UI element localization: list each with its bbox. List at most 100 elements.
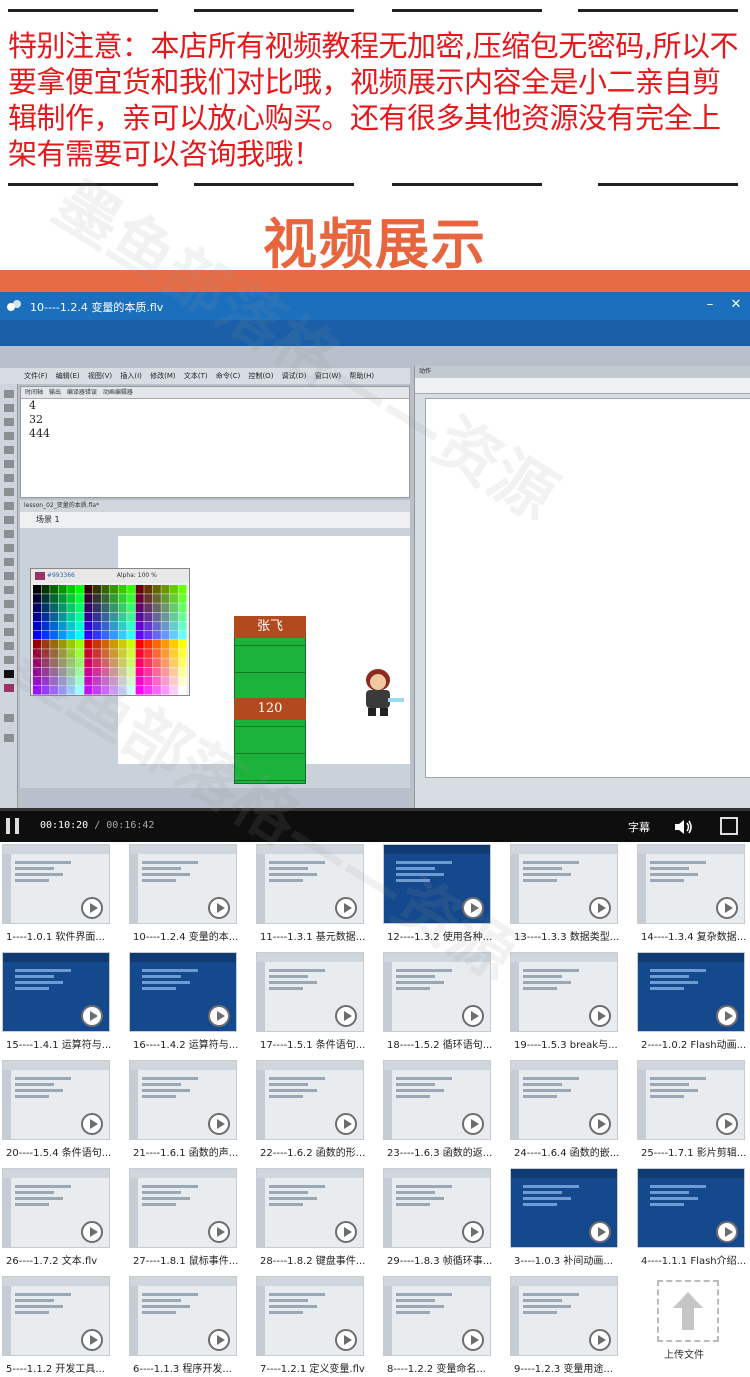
playlist-item[interactable]: 24----1.6.4 函数的嵌... [510,1060,630,1164]
playlist-item[interactable]: 3----1.0.3 补间动画... [510,1168,630,1272]
playlist-item[interactable]: 4----1.1.1 Flash介绍... [637,1168,750,1272]
playlist-item[interactable]: 12----1.3.2 使用各种... [383,844,503,948]
playlist-item[interactable]: 25----1.7.1 影片剪辑... [637,1060,750,1164]
play-icon[interactable] [716,897,738,919]
video-thumbnail[interactable] [129,844,237,924]
video-thumbnail[interactable] [2,1060,110,1140]
video-thumbnail[interactable] [2,1276,110,1356]
play-icon[interactable] [335,1005,357,1027]
video-thumbnail[interactable] [383,952,491,1032]
video-thumbnail[interactable] [129,1060,237,1140]
playlist-item[interactable]: 21----1.6.1 函数的声... [129,1060,249,1164]
play-icon[interactable] [208,1113,230,1135]
palette-swatch [110,594,119,603]
playlist-item[interactable]: 2----1.0.2 Flash动画... [637,952,750,1056]
playlist-item-label: 18----1.5.2 循环语句... [387,1040,493,1051]
video-thumbnail[interactable] [383,1168,491,1248]
minimize-button[interactable]: – [700,295,720,315]
play-icon[interactable] [589,1329,611,1351]
video-thumbnail[interactable] [2,952,110,1032]
video-thumbnail[interactable] [2,844,110,924]
play-icon[interactable] [208,1221,230,1243]
playlist-item[interactable]: 23----1.6.3 函数的返... [383,1060,503,1164]
subtitles-button[interactable]: 字幕 [628,819,650,835]
playlist-item[interactable]: 7----1.2.1 定义变量.flv [256,1276,376,1377]
play-icon[interactable] [335,1221,357,1243]
play-icon[interactable] [589,1221,611,1243]
playlist-item[interactable]: 9----1.2.3 变量用途... [510,1276,630,1377]
close-button[interactable]: ✕ [726,295,746,315]
video-thumbnail[interactable] [510,1276,618,1356]
play-icon[interactable] [589,1113,611,1135]
play-icon[interactable] [335,1113,357,1135]
playlist-item[interactable]: 17----1.5.1 条件语句... [256,952,376,1056]
playlist-item[interactable]: 20----1.5.4 条件语句... [2,1060,122,1164]
video-thumbnail[interactable] [637,844,745,924]
play-icon[interactable] [462,1329,484,1351]
playlist-item[interactable]: 19----1.5.3 break与... [510,952,630,1056]
playlist-item[interactable]: 10----1.2.4 变量的本... [129,844,249,948]
play-icon[interactable] [462,1221,484,1243]
video-thumbnail[interactable] [510,1168,618,1248]
video-thumbnail[interactable] [383,1276,491,1356]
play-icon[interactable] [716,1113,738,1135]
play-icon[interactable] [589,897,611,919]
play-icon[interactable] [81,1113,103,1135]
video-thumbnail[interactable] [510,844,618,924]
playlist-item[interactable]: 1----1.0.1 软件界面... [2,844,122,948]
video-thumbnail[interactable] [256,1168,364,1248]
play-icon[interactable] [208,1329,230,1351]
play-icon[interactable] [335,897,357,919]
video-thumbnail[interactable] [256,1276,364,1356]
play-icon[interactable] [81,1005,103,1027]
playlist-item[interactable]: 29----1.8.3 帧循环事... [383,1168,503,1272]
play-icon[interactable] [81,1329,103,1351]
playlist-item-label: 5----1.1.2 开发工具... [6,1364,105,1375]
playlist-item[interactable]: 18----1.5.2 循环语句... [383,952,503,1056]
video-thumbnail[interactable] [256,952,364,1032]
playlist-item[interactable]: 11----1.3.1 基元数据... [256,844,376,948]
play-icon[interactable] [335,1329,357,1351]
fullscreen-icon[interactable] [720,817,738,835]
video-thumbnail[interactable] [637,952,745,1032]
playlist-item[interactable]: 27----1.8.1 鼠标事件... [129,1168,249,1272]
video-thumbnail[interactable] [637,1060,745,1140]
video-thumbnail[interactable] [256,1060,364,1140]
pause-icon[interactable] [6,818,20,834]
video-thumbnail[interactable] [256,844,364,924]
video-thumbnail[interactable] [129,1168,237,1248]
playlist-item[interactable]: 14----1.3.4 复杂数据... [637,844,750,948]
playlist-item[interactable]: 15----1.4.1 运算符与... [2,952,122,1056]
upload-button[interactable] [657,1280,719,1342]
volume-icon[interactable] [674,819,694,835]
video-frame[interactable]: 文件(F) 编辑(E) 视图(V) 插入(I) 修改(M) 文本(T) 命令(C… [0,346,750,808]
playlist-item[interactable]: 6----1.1.3 程序开发... [129,1276,249,1377]
play-icon[interactable] [462,897,484,919]
palette-swatch [33,612,42,622]
play-icon[interactable] [81,897,103,919]
video-thumbnail[interactable] [383,844,491,924]
play-icon[interactable] [716,1005,738,1027]
play-icon[interactable] [589,1005,611,1027]
play-icon[interactable] [716,1221,738,1243]
play-icon[interactable] [462,1005,484,1027]
play-icon[interactable] [208,1005,230,1027]
playlist-item[interactable]: 8----1.2.2 变量命名... [383,1276,503,1377]
play-icon[interactable] [208,897,230,919]
video-thumbnail[interactable] [129,952,237,1032]
play-icon[interactable] [462,1113,484,1135]
playlist-item[interactable]: 28----1.8.2 键盘事件... [256,1168,376,1272]
playlist-item[interactable]: 5----1.1.2 开发工具... [2,1276,122,1377]
playlist-item[interactable]: 16----1.4.2 运算符与... [129,952,249,1056]
video-thumbnail[interactable] [2,1168,110,1248]
playlist-item[interactable]: 22----1.6.2 函数的形... [256,1060,376,1164]
video-thumbnail[interactable] [510,952,618,1032]
play-icon[interactable] [81,1221,103,1243]
playlist-item[interactable]: 13----1.3.3 数据类型... [510,844,630,948]
video-thumbnail[interactable] [637,1168,745,1248]
video-thumbnail[interactable] [510,1060,618,1140]
actions-panel: 动作 [414,366,750,808]
playlist-item[interactable]: 26----1.7.2 文本.flv [2,1168,122,1272]
video-thumbnail[interactable] [129,1276,237,1356]
video-thumbnail[interactable] [383,1060,491,1140]
